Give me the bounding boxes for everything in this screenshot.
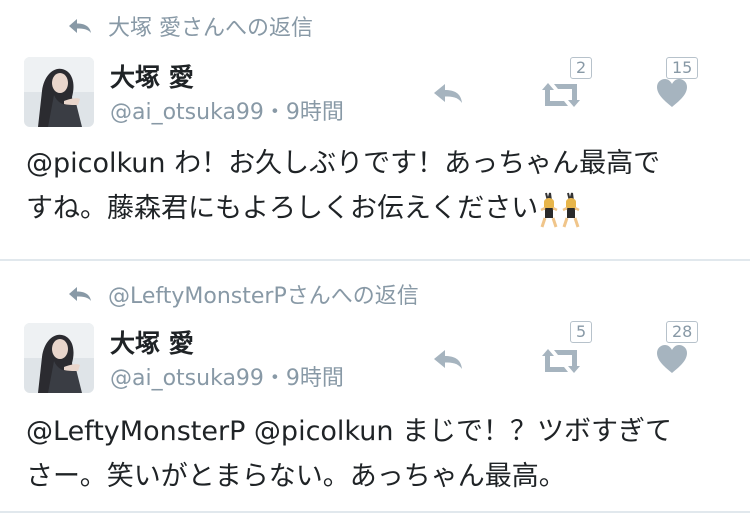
tweet-text-line: @picolkun わ！お久しぶりです！あっちゃん最高で (26, 148, 661, 179)
divider (0, 259, 750, 261)
tweet-text-line: すね。藤森君にもよろしくお伝えください (26, 193, 539, 224)
reply-to-label: 大塚 愛さんへの返信 (108, 16, 313, 41)
favorite-count: 15 (666, 57, 699, 79)
tweet-text: @LeftyMonsterP @picolkun まじで！？ツボすぎて さー。笑い… (26, 409, 726, 499)
reply-icon[interactable] (430, 347, 466, 373)
tweet[interactable]: 大塚 愛さんへの返信 大塚 愛 @ai_otsuka99・9時間 2 15 @p… (0, 0, 750, 258)
tweet[interactable]: @LeftyMonsterPさんへの返信 大塚 愛 @ai_otsuka99・9… (0, 262, 750, 515)
reply-arrow-icon (69, 287, 91, 301)
dancers-emoji-icon (540, 192, 580, 227)
retweet-icon[interactable] (540, 81, 582, 109)
retweet-count: 2 (570, 57, 593, 79)
handle-and-time[interactable]: @ai_otsuka99・9時間 (110, 360, 344, 392)
reply-arrow-icon (69, 19, 91, 33)
reply-context[interactable]: @LeftyMonsterPさんへの返信 (66, 276, 419, 312)
reply-icon[interactable] (430, 81, 466, 107)
divider (0, 511, 750, 513)
display-name[interactable]: 大塚 愛 (110, 58, 194, 94)
tweet-text-line: @LeftyMonsterP @picolkun まじで！？ツボすぎて (26, 416, 673, 447)
heart-icon[interactable] (655, 343, 689, 375)
avatar-image (24, 323, 94, 393)
favorite-count: 28 (666, 321, 699, 343)
avatar[interactable] (24, 323, 94, 393)
heart-icon[interactable] (655, 77, 689, 109)
display-name[interactable]: 大塚 愛 (110, 324, 194, 360)
reply-to-label: @LeftyMonsterPさんへの返信 (108, 284, 419, 309)
tweet-text-line: さー。笑いがとまらない。あっちゃん最高。 (26, 461, 566, 492)
avatar-image (24, 57, 94, 127)
avatar[interactable] (24, 57, 94, 127)
retweet-count: 5 (570, 321, 593, 343)
handle-and-time[interactable]: @ai_otsuka99・9時間 (110, 94, 344, 126)
reply-context[interactable]: 大塚 愛さんへの返信 (66, 8, 313, 44)
retweet-icon[interactable] (540, 347, 582, 375)
tweet-text: @picolkun わ！お久しぶりです！あっちゃん最高で すね。藤森君にもよろしく… (26, 141, 726, 231)
